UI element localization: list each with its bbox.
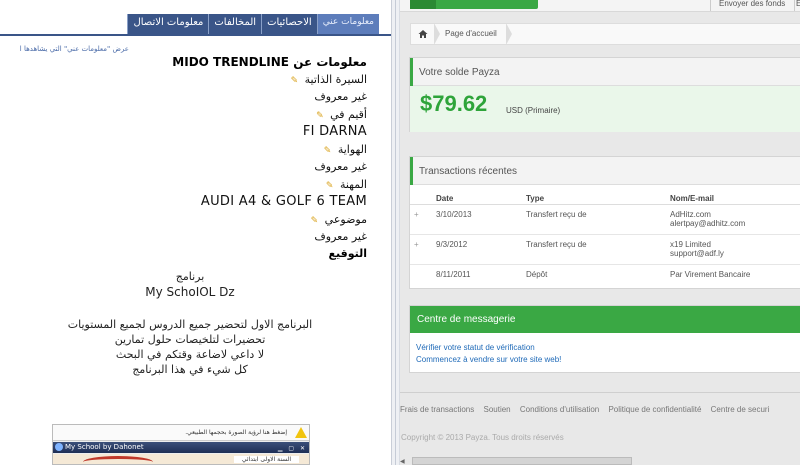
brand-button[interactable] — [410, 0, 538, 9]
message-center-panel: Centre de messagerie Vérifier votre stat… — [409, 305, 800, 373]
horizontal-scrollbar[interactable] — [412, 457, 632, 465]
transactions-heading: Transactions récentes — [410, 157, 800, 185]
field-value-hobby: غير معروف — [314, 160, 367, 173]
signature-block: برنامج My SchoIOL Dz البرنامج الاول لتحض… — [40, 270, 340, 377]
breadcrumb: Page d'accueil — [410, 23, 800, 45]
tab-about-me[interactable]: معلومات عني — [316, 14, 379, 34]
home-icon[interactable] — [418, 29, 428, 39]
footer-link-fees[interactable]: Frais de transactions — [400, 405, 474, 414]
field-value-job: AUDI A4 & GOLF 6 TEAM — [200, 194, 367, 209]
balance-currency: USD (Primaire) — [506, 106, 561, 115]
profile-info: معلومات عن MIDO TRENDLINE السيرة الذاتية… — [27, 55, 367, 260]
app-icon — [55, 443, 63, 451]
column-name-email: Nom/E-mail — [670, 190, 800, 205]
tabs-underline — [0, 34, 391, 36]
edit-pencil-icon[interactable]: ✎ — [311, 216, 319, 226]
transactions-panel: Transactions récentes Date Type Nom/E-ma… — [409, 156, 800, 289]
table-row[interactable]: 8/11/2011 Dépôt Par Virement Bancaire — [410, 264, 800, 282]
about-me-subnote: عرض "معلومات عني" التي يشاهدها ا — [19, 45, 129, 53]
breadcrumb-current[interactable]: Page d'accueil — [445, 29, 497, 38]
signature-line1: برنامج — [175, 270, 205, 283]
footer-link-security[interactable]: Centre de securi — [711, 405, 770, 414]
field-label-job: المهنة ✎ — [325, 178, 367, 191]
start-selling-link[interactable]: Commencez à vendre sur votre site web! — [416, 354, 800, 366]
tab-contact-info[interactable]: معلومات الاتصال — [127, 14, 208, 34]
table-row[interactable]: + 3/10/2013 Transfert reçu de AdHitz.com… — [410, 204, 800, 235]
expand-icon[interactable]: + — [410, 204, 436, 235]
profile-tabs: معلومات عني الاحصائيات المخالفات معلومات… — [127, 14, 379, 34]
expand-icon[interactable]: + — [410, 234, 436, 265]
footer-links: Frais de transactions Soutien Conditions… — [400, 405, 800, 414]
table-row[interactable]: + 9/3/2012 Transfert reçu de x19 Limited… — [410, 234, 800, 265]
edit-pencil-icon[interactable]: ✎ — [316, 111, 324, 121]
balance-panel: Votre solde Payza $79.62 USD (Primaire) — [409, 57, 800, 132]
nav-link-truncated[interactable]: E — [796, 0, 800, 8]
embedded-window-content: السنة الاولى ابتدائي — [53, 454, 309, 464]
logo-swoosh — [83, 456, 153, 465]
edit-pencil-icon[interactable]: ✎ — [326, 181, 334, 191]
tab-violations[interactable]: المخالفات — [208, 14, 261, 34]
column-date: Date — [436, 190, 526, 205]
footer-link-privacy[interactable]: Politique de confidentialité — [608, 405, 701, 414]
transactions-table: Date Type Nom/E-mail + 3/10/2013 Transfe… — [410, 190, 800, 282]
signature-line2: My SchoIOL Dz — [145, 285, 235, 299]
field-value-location: FI DARNA — [302, 124, 367, 139]
signature-body: البرنامج الاول لتحضير جميع الدروس لجميع … — [67, 318, 313, 376]
balance-amount: $79.62 — [420, 91, 488, 116]
field-value-bio: غير معروف — [314, 90, 367, 103]
embedded-window-titlebar: My School by Dahonet ▁ ▢ ✕ — [53, 442, 309, 453]
signature-heading: التوقيع — [328, 247, 368, 260]
verify-status-link[interactable]: Vérifier votre statut de vérification — [416, 342, 800, 354]
profile-title: معلومات عن MIDO TRENDLINE — [172, 55, 367, 69]
forum-profile-pane: معلومات عني الاحصائيات المخالفات معلومات… — [0, 0, 391, 465]
column-type: Type — [526, 190, 670, 205]
field-label-topic: موضوعي ✎ — [310, 213, 367, 226]
resize-warning[interactable]: إضغط هنا لرؤية الصورة بحجمها الطبيعي. — [53, 425, 309, 441]
tab-statistics[interactable]: الاحصائيات — [261, 14, 317, 34]
table-header-row: Date Type Nom/E-mail — [410, 190, 800, 205]
edit-pencil-icon[interactable]: ✎ — [291, 76, 299, 86]
footer-link-support[interactable]: Soutien — [484, 405, 511, 414]
edit-pencil-icon[interactable]: ✎ — [324, 146, 332, 156]
field-value-topic: غير معروف — [314, 230, 367, 243]
scroll-left-icon[interactable]: ◀ — [400, 458, 405, 465]
embedded-label: السنة الاولى ابتدائي — [233, 456, 299, 463]
top-nav: Envoyer des fonds E — [400, 0, 800, 12]
warning-icon — [295, 427, 307, 438]
message-center-heading: Centre de messagerie — [410, 306, 800, 333]
send-funds-link[interactable]: Envoyer des fonds — [719, 0, 785, 8]
field-label-hobby: الهواية ✎ — [323, 143, 367, 156]
field-label-location: أقيم في ✎ — [316, 108, 367, 121]
field-label-bio: السيرة الذاتية ✎ — [290, 73, 367, 86]
balance-heading: Votre solde Payza — [410, 58, 800, 86]
pane-divider[interactable] — [391, 0, 400, 465]
payza-dashboard: Envoyer des fonds E Page d'accueil Votre… — [400, 0, 800, 465]
footer-link-terms[interactable]: Conditions d'utilisation — [520, 405, 599, 414]
window-controls: ▁ ▢ ✕ — [277, 445, 307, 452]
copyright: Copyright © 2013 Payza. Tous droits rése… — [401, 433, 564, 442]
embedded-screenshot[interactable]: إضغط هنا لرؤية الصورة بحجمها الطبيعي. My… — [52, 424, 310, 465]
